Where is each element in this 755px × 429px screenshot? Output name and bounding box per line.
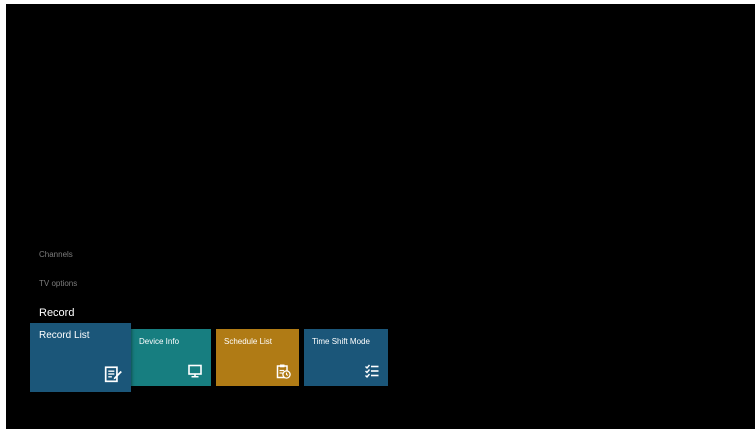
card-schedule-list[interactable]: Schedule List bbox=[216, 329, 299, 386]
schedule-clipboard-icon bbox=[275, 363, 291, 379]
card-title: Device Info bbox=[139, 337, 180, 346]
menu-item-record[interactable]: Record bbox=[39, 307, 74, 319]
tv-screen: Channels TV options Record Device Info S… bbox=[6, 4, 755, 429]
card-record-list[interactable]: Record List bbox=[30, 323, 131, 392]
card-title: Time Shift Mode bbox=[312, 337, 370, 346]
card-title: Schedule List bbox=[224, 337, 273, 346]
card-device-info[interactable]: Device Info bbox=[131, 329, 211, 386]
record-list-icon bbox=[104, 365, 122, 383]
card-title: Record List bbox=[39, 330, 90, 341]
card-time-shift-mode[interactable]: Time Shift Mode bbox=[304, 329, 388, 386]
menu-item-channels[interactable]: Channels bbox=[39, 250, 73, 259]
checklist-icon bbox=[364, 363, 380, 379]
monitor-icon bbox=[187, 363, 203, 379]
menu-item-tv-options[interactable]: TV options bbox=[39, 279, 77, 288]
